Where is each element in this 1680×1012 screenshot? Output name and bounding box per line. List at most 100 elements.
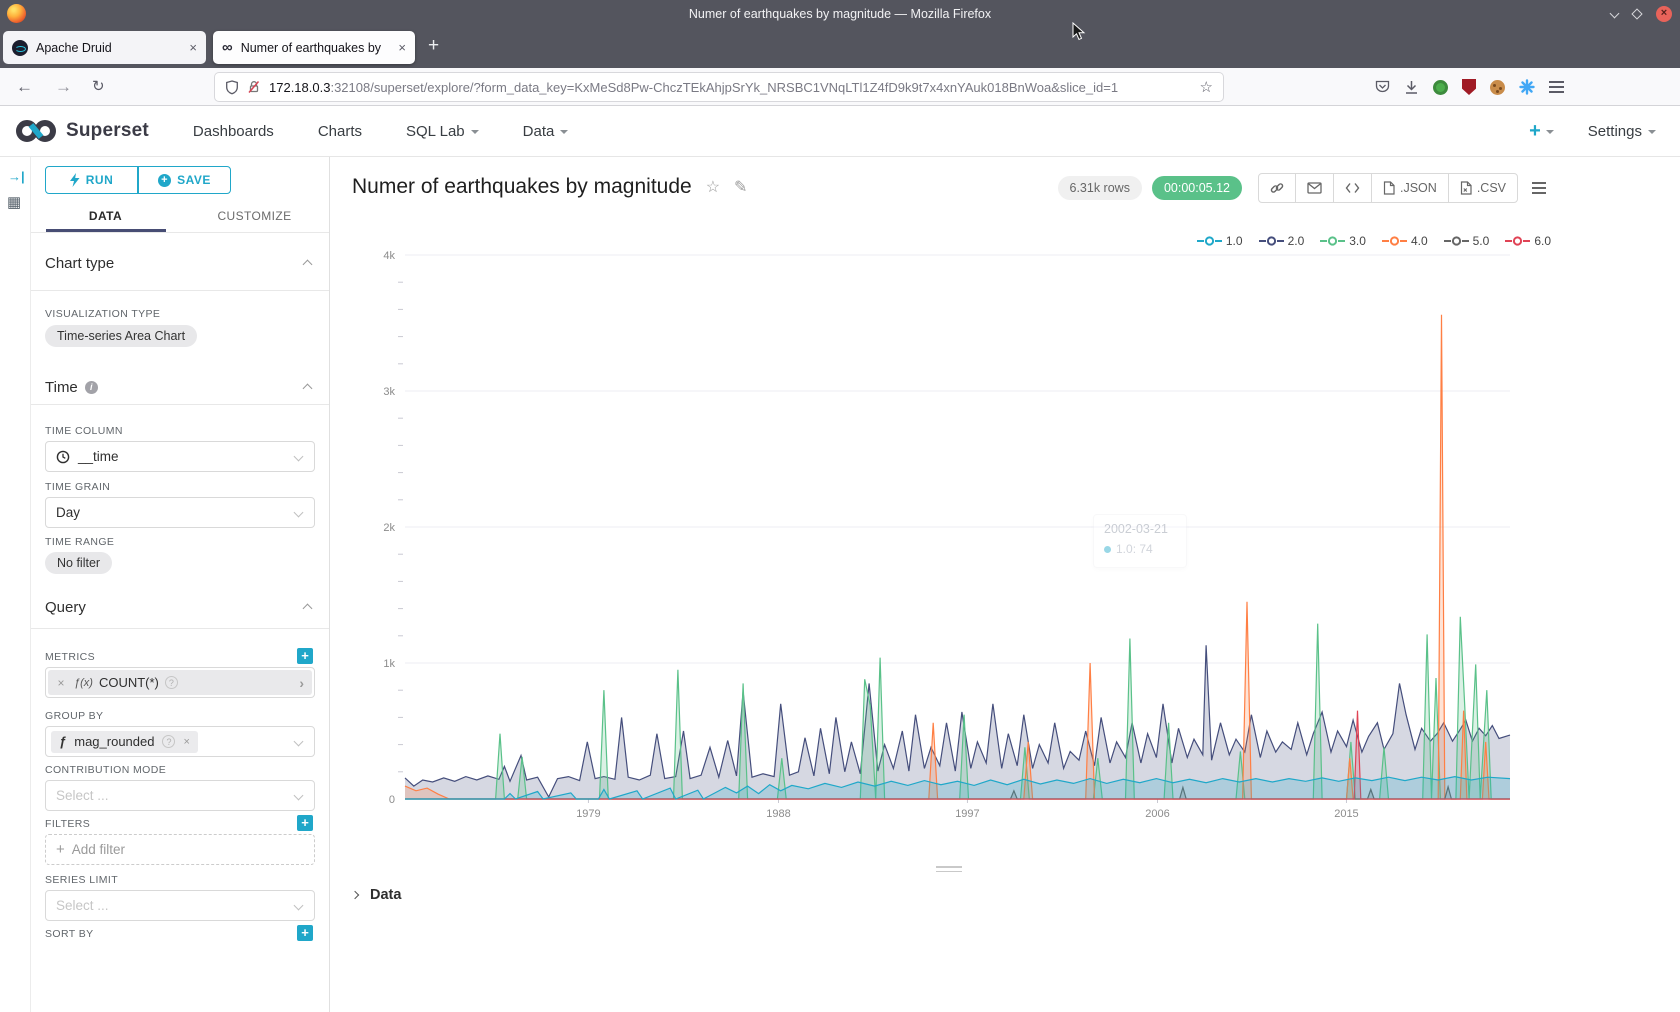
section-query[interactable]: Query: [45, 599, 86, 616]
forward-button[interactable]: →: [55, 78, 72, 95]
nav-data[interactable]: Data: [523, 123, 569, 140]
y-axis-tick-label: 1k: [383, 658, 395, 670]
tab-data[interactable]: DATA: [31, 203, 180, 231]
new-item-button[interactable]: +: [1529, 120, 1554, 143]
tab-superset-chart[interactable]: ∞ Numer of earthquakes by ×: [213, 31, 415, 64]
metric-value: COUNT(*): [99, 675, 159, 690]
tab-customize[interactable]: CUSTOMIZE: [180, 203, 329, 231]
time-range-pill[interactable]: No filter: [45, 552, 112, 574]
export-json-button[interactable]: .JSON: [1372, 174, 1449, 202]
section-time[interactable]: Timei: [45, 379, 98, 396]
section-label: Query: [45, 599, 86, 616]
dataset-grid-icon[interactable]: ▦: [7, 193, 21, 211]
timeseries-area-chart[interactable]: 01k2k3k4k19791988199720062015: [330, 240, 1680, 840]
contribution-mode-select[interactable]: Select ...: [45, 780, 315, 811]
y-axis-tick-label: 3k: [383, 386, 395, 398]
url-host: 172.18.0.3: [269, 80, 330, 95]
y-axis-tick-label: 4k: [383, 250, 395, 262]
time-grain-select[interactable]: Day: [45, 497, 315, 528]
copy-link-button[interactable]: [1259, 174, 1296, 202]
new-tab-button[interactable]: +: [428, 35, 439, 57]
tab-apache-druid[interactable]: Apache Druid ×: [3, 31, 206, 64]
x-axis-tick-label: 1997: [955, 808, 979, 820]
extension-blue-star-icon[interactable]: [1519, 79, 1535, 95]
code-icon: [1345, 182, 1360, 194]
superset-header: Superset Dashboards Charts SQL Lab Data …: [0, 106, 1680, 157]
sort-by-label: SORT BY: [45, 928, 94, 940]
app-window: Numer of earthquakes by magnitude — Mozi…: [0, 0, 1680, 1012]
tab-close-icon[interactable]: ×: [189, 41, 197, 54]
tab-close-icon[interactable]: ×: [398, 41, 406, 54]
file-x-icon: [1460, 181, 1472, 195]
remove-tag-icon[interactable]: ×: [183, 736, 189, 748]
download-icon[interactable]: [1404, 80, 1419, 95]
collapse-chevron-icon[interactable]: [303, 384, 313, 394]
viz-type-pill[interactable]: Time-series Area Chart: [45, 325, 197, 347]
window-minimize-button[interactable]: [1610, 9, 1620, 19]
chevron-down-icon: [294, 452, 304, 462]
chart-card: Numer of earthquakes by magnitude ☆ ✎ 6.…: [330, 157, 1680, 1012]
lightning-icon: [70, 173, 80, 187]
firefox-menu-icon[interactable]: [1549, 81, 1564, 92]
nav-sql-lab[interactable]: SQL Lab: [406, 123, 479, 140]
extension-green-icon[interactable]: [1433, 80, 1448, 95]
collapse-chevron-icon[interactable]: [303, 260, 313, 270]
section-chart-type[interactable]: Chart type: [45, 255, 114, 272]
export-csv-button[interactable]: .CSV: [1449, 174, 1517, 202]
superset-logo[interactable]: Superset: [14, 118, 149, 144]
mouse-cursor: [1072, 22, 1088, 42]
nav-charts[interactable]: Charts: [318, 123, 362, 140]
time-column-select[interactable]: __time: [45, 441, 315, 472]
ublock-shield-icon[interactable]: [1462, 79, 1476, 95]
y-axis-tick-label: 0: [389, 794, 395, 806]
insecure-lock-icon[interactable]: [247, 80, 261, 94]
favorite-star-icon[interactable]: ☆: [706, 177, 720, 197]
metric-control[interactable]: × ƒ(x) COUNT(*) ? ›: [45, 667, 315, 698]
collapse-chevron-icon[interactable]: [303, 604, 313, 614]
chevron-down-icon: [294, 737, 304, 747]
window-maximize-button[interactable]: [1631, 8, 1642, 19]
group-by-value: mag_rounded: [74, 734, 154, 749]
plus-icon: +: [1529, 120, 1541, 143]
settings-menu[interactable]: Settings: [1588, 123, 1656, 140]
tracking-shield-icon[interactable]: [225, 80, 239, 95]
viz-type-label: VISUALIZATION TYPE: [45, 308, 160, 320]
expand-datasource-panel-icon[interactable]: →|: [8, 169, 25, 184]
group-by-pill[interactable]: ƒ mag_rounded ? ×: [51, 731, 198, 753]
add-metric-button[interactable]: +: [297, 648, 313, 664]
panel-resize-handle[interactable]: [936, 866, 962, 875]
bookmark-star-icon[interactable]: ☆: [1200, 78, 1213, 96]
chevron-right-icon[interactable]: ›: [299, 675, 304, 691]
nav-dashboards[interactable]: Dashboards: [193, 123, 274, 140]
embed-code-button[interactable]: [1334, 174, 1372, 202]
section-label: Time: [45, 379, 78, 396]
add-sort-by-button[interactable]: +: [297, 925, 313, 941]
chart-menu-icon[interactable]: [1532, 182, 1546, 193]
series-limit-select[interactable]: Select ...: [45, 890, 315, 921]
caret-down-icon: [560, 130, 568, 134]
url-bar[interactable]: 172.18.0.3:32108/superset/explore/?form_…: [215, 73, 1223, 101]
group-by-select[interactable]: ƒ mag_rounded ? ×: [45, 726, 315, 757]
remove-metric-icon[interactable]: ×: [48, 676, 74, 690]
run-label: RUN: [86, 173, 114, 187]
reload-button[interactable]: ↻: [92, 78, 105, 95]
y-axis-tick-label: 2k: [383, 522, 395, 534]
window-close-button[interactable]: ×: [1656, 6, 1672, 22]
time-range-label: TIME RANGE: [45, 536, 114, 548]
pocket-icon[interactable]: [1375, 80, 1390, 94]
back-button[interactable]: ←: [16, 78, 33, 95]
csv-label: .CSV: [1477, 181, 1506, 195]
run-button[interactable]: RUN: [45, 166, 138, 194]
time-grain-label: TIME GRAIN: [45, 481, 110, 493]
email-button[interactable]: [1296, 174, 1334, 202]
data-section-toggle[interactable]: Data: [352, 887, 401, 903]
x-axis-tick-label: 2015: [1334, 808, 1358, 820]
chart-actions-group: .JSON .CSV: [1258, 173, 1518, 203]
add-filter-box[interactable]: + Add filter: [45, 834, 315, 865]
envelope-icon: [1307, 182, 1322, 194]
row-count-badge: 6.31k rows: [1058, 176, 1142, 200]
cookie-extension-icon[interactable]: [1490, 80, 1505, 95]
add-filter-plus-button[interactable]: +: [297, 815, 313, 831]
save-button[interactable]: + SAVE: [138, 166, 231, 194]
edit-title-icon[interactable]: ✎: [734, 177, 747, 197]
